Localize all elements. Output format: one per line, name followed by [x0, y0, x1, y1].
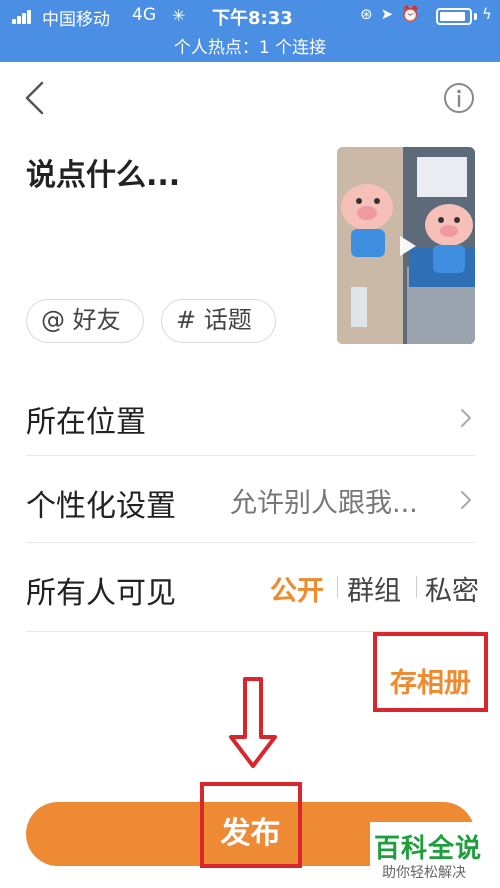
network-label: 4G	[132, 5, 156, 25]
highlight-box-publish	[200, 782, 302, 868]
visibility-row-label: 所有人可见	[26, 576, 176, 611]
chevron-left-icon	[25, 81, 44, 115]
option-separator	[416, 576, 417, 598]
watermark-title: 百科全说	[374, 834, 483, 864]
battery-fill	[440, 12, 465, 21]
hotspot-banner[interactable]: 个人热点：1 个连接	[0, 33, 500, 58]
personalization-row-label[interactable]: 个性化设置	[26, 481, 176, 525]
location-chevron-icon[interactable]	[459, 407, 473, 429]
carrier-label: 中国移动	[42, 10, 110, 30]
personalization-chevron-icon[interactable]	[459, 489, 473, 511]
battery-icon	[436, 8, 472, 25]
topic-chip[interactable]: # 话题	[161, 299, 276, 343]
status-icons: ⊛➤⏰	[360, 5, 428, 23]
battery-tip	[474, 13, 477, 20]
highlight-box-save-album	[373, 632, 488, 712]
alarm-icon: ⏰	[401, 5, 428, 23]
location-icon: ➤	[380, 5, 402, 23]
visibility-option-public[interactable]: 公开	[270, 569, 324, 608]
watermark-logo: 百科全说 助你轻松解决	[370, 822, 500, 888]
lock-rotation-icon: ⊛	[360, 5, 381, 23]
signal-icon	[12, 10, 36, 24]
divider	[26, 542, 475, 543]
play-icon	[400, 236, 416, 256]
visibility-option-private[interactable]: 私密	[425, 569, 479, 608]
visibility-option-group[interactable]: 群组	[347, 569, 401, 608]
loading-icon: ✳	[172, 6, 186, 25]
mention-friends-chip[interactable]: @ 好友	[26, 299, 144, 343]
divider	[26, 455, 475, 456]
status-bar: 中国移动 4G ✳ 下午8:33 ⊛➤⏰ ϟ 个人热点：1 个连接	[0, 0, 500, 62]
down-arrow-annotation-icon	[229, 677, 277, 768]
personalization-value[interactable]: 允许别人跟我...	[230, 481, 418, 520]
charging-icon: ϟ	[482, 5, 492, 23]
watermark-subtitle: 助你轻松解决	[382, 865, 466, 881]
back-button[interactable]	[20, 80, 50, 116]
compose-input[interactable]: 说点什么...	[26, 150, 180, 194]
status-bar-row: 中国移动 4G ✳ 下午8:33 ⊛➤⏰ ϟ	[0, 0, 500, 32]
info-icon	[444, 83, 474, 113]
option-separator	[337, 576, 338, 598]
info-button[interactable]	[443, 82, 475, 114]
status-time: 下午8:33	[212, 8, 293, 29]
location-row-label[interactable]: 所在位置	[26, 397, 146, 441]
